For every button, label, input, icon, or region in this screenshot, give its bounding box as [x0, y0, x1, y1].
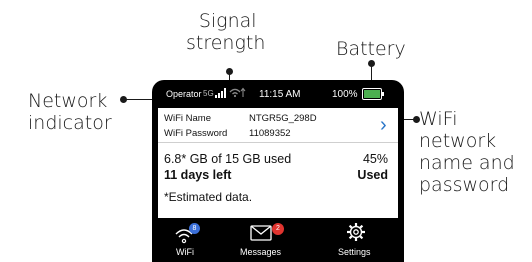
estimated-note: *Estimated data.	[164, 190, 253, 204]
gear-icon	[346, 222, 366, 247]
wifi-name-label: WiFi Name	[164, 113, 211, 124]
signal-icon	[215, 88, 227, 100]
callout-text: network	[419, 130, 497, 152]
wifi-status-icon	[228, 86, 248, 100]
used-label: Used	[357, 168, 388, 182]
callout-text: name and	[419, 152, 515, 174]
signal-strength-callout: Signal strength	[186, 10, 265, 54]
callout-text: Network	[28, 90, 108, 112]
nav-settings-label: Settings	[338, 247, 371, 257]
wifi-name-value: NTGR5G_298D	[249, 113, 317, 124]
chevron-right-icon[interactable]: ›	[380, 114, 387, 137]
nav-messages-label: Messages	[240, 247, 282, 257]
days-left: 11 days left	[164, 168, 232, 182]
wifi-callout: WiFi network name and password	[419, 108, 515, 196]
battery-tip	[382, 92, 384, 96]
battery-icon	[362, 88, 384, 100]
nav-settings[interactable]: Settings	[332, 218, 382, 262]
wifi-password-label: WiFi Password	[164, 128, 228, 139]
nav-messages[interactable]: 2 Messages	[238, 218, 298, 262]
network-indicator-callout: Network indicator	[28, 90, 112, 134]
wifi-info-row[interactable]: WiFi Name NTGR5G_298D WiFi Password 1108…	[158, 108, 398, 143]
data-usage-summary: 6.8* GB of 15 GB used	[164, 152, 292, 166]
battery-percent: 100%	[332, 89, 358, 100]
callout-text: strength	[186, 32, 266, 54]
battery-callout-dot	[368, 60, 375, 67]
battery-callout: Battery	[336, 38, 406, 60]
messages-badge: 2	[272, 223, 284, 235]
bottom-nav: 8 WiFi 2 Messages Settings	[152, 218, 404, 262]
info-panel: WiFi Name NTGR5G_298D WiFi Password 1108…	[158, 108, 398, 218]
clock: 11:15 AM	[259, 89, 301, 100]
nav-wifi-label: WiFi	[176, 247, 194, 257]
status-bar: Operator 5G 11:15 AM 100%	[152, 80, 404, 108]
nav-wifi[interactable]: 8 WiFi	[164, 218, 214, 262]
wifi-callout-dot	[413, 116, 420, 123]
operator-name: Operator	[166, 89, 202, 99]
data-usage-percent: 45%	[362, 152, 388, 166]
battery-fill	[364, 90, 380, 98]
wifi-badge: 8	[189, 223, 200, 234]
callout-text: password	[419, 174, 510, 196]
device-screen: Operator 5G 11:15 AM 100% WiFi Name NTGR…	[152, 80, 404, 262]
envelope-icon	[250, 225, 272, 246]
callout-text: WiFi	[419, 108, 458, 130]
callout-text: indicator	[28, 112, 112, 134]
wifi-password-value: 11089352	[249, 128, 291, 139]
callout-text: Signal	[198, 10, 257, 32]
signal-callout-dot	[226, 68, 233, 75]
callout-text: Battery	[336, 38, 406, 60]
network-type: 5G	[203, 89, 214, 98]
